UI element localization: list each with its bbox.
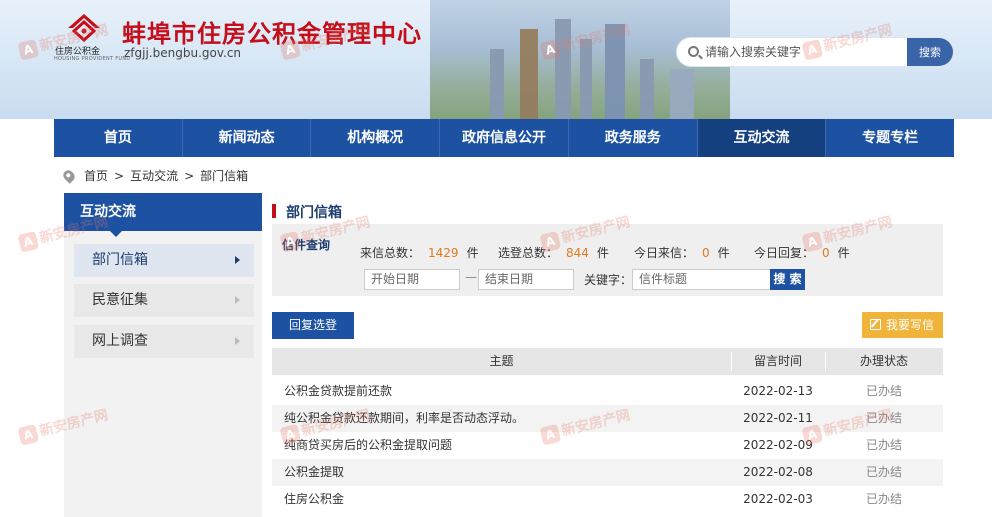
stat-selected-value: 844	[566, 246, 589, 260]
date-separator: —	[465, 270, 477, 284]
sidebar-item-opinion[interactable]: 民意征集	[74, 284, 254, 317]
row-subject[interactable]: 住房公积金	[284, 486, 344, 513]
row-date: 2022-02-13	[743, 384, 813, 398]
housing-fund-logo-icon	[68, 14, 100, 42]
write-letter-label: 我要写信	[886, 318, 935, 332]
sidebar: 互动交流 部门信箱 民意征集 网上调查	[64, 193, 262, 517]
row-status: 已办结	[865, 492, 902, 506]
keyword-label: 关键字：	[584, 273, 633, 287]
chevron-right-icon	[235, 256, 240, 264]
write-letter-button[interactable]: 我要写信	[862, 312, 943, 338]
stat-selected-label: 选登总数：	[498, 246, 559, 260]
query-search-button[interactable]: 搜 索	[770, 269, 805, 290]
site-title: 蚌埠市住房公积金管理中心	[122, 19, 422, 48]
row-subject[interactable]: 公积金提取	[284, 459, 344, 486]
row-date: 2022-02-09	[743, 438, 813, 452]
reply-selected-button[interactable]: 回复选登	[272, 312, 354, 339]
stat-today-reply: 今日回复： 0 件	[754, 244, 850, 261]
logo-subtext: HOUSING PROVIDENT FUND	[54, 56, 131, 62]
stat-today-in-label: 今日来信：	[634, 246, 695, 260]
col-date: 留言时间	[753, 354, 802, 368]
site-search: 搜索	[676, 37, 954, 67]
nav-item-interaction[interactable]: 互动交流	[697, 119, 827, 157]
row-date: 2022-02-03	[743, 492, 813, 506]
nav-item-gov-info[interactable]: 政府信息公开	[440, 119, 569, 157]
sidebar-item-label: 网上调查	[92, 333, 148, 349]
row-subject[interactable]: 纯公积金贷款还款期间，利率是否动态浮动。	[284, 405, 524, 432]
sidebar-item-label: 民意征集	[92, 292, 148, 308]
table-row[interactable]: 公积金提取 2022-02-08 已办结	[272, 459, 943, 486]
row-subject[interactable]: 公积金贷款提前还款	[284, 378, 392, 405]
search-icon	[688, 46, 699, 57]
stat-today-in-value: 0	[702, 246, 710, 260]
row-subject[interactable]: 纯商贷买房后的公积金提取问题	[284, 432, 452, 459]
watermark-logo-icon: A	[17, 230, 40, 253]
nav-item-services[interactable]: 政务服务	[569, 119, 698, 157]
stat-selected: 选登总数： 844 件	[498, 244, 609, 261]
sidebar-title: 互动交流	[64, 193, 262, 237]
nav-item-news[interactable]: 新闻动态	[183, 119, 312, 157]
stat-selected-unit: 件	[596, 246, 609, 260]
search-input[interactable]	[705, 42, 905, 62]
chevron-right-icon	[235, 337, 240, 345]
letter-query-panel: 信件查询 来信总数： 1429 件 选登总数： 844 件 今日来信： 0 件 今日回复： 0…	[272, 224, 943, 296]
breadcrumb-home[interactable]: 首页	[84, 167, 108, 184]
table-row[interactable]: 公积金贷款提前还款 2022-02-13 已办结	[272, 378, 943, 405]
row-date: 2022-02-11	[743, 411, 813, 425]
col-status: 办理状态	[859, 354, 908, 368]
row-status: 已办结	[865, 465, 902, 479]
row-status: 已办结	[865, 411, 902, 425]
row-status: 已办结	[865, 438, 902, 452]
row-status: 已办结	[865, 384, 902, 398]
end-date-input[interactable]: 结束日期	[478, 269, 574, 290]
sidebar-item-dept-mailbox[interactable]: 部门信箱	[74, 244, 254, 277]
stat-total-value: 1429	[428, 246, 459, 260]
search-button[interactable]: 搜索	[907, 38, 953, 66]
table-row[interactable]: 纯公积金贷款还款期间，利率是否动态浮动。 2022-02-11 已办结	[272, 405, 943, 432]
location-pin-icon	[61, 167, 77, 184]
watermark-logo-icon: A	[17, 423, 40, 446]
stat-today-reply-unit: 件	[837, 246, 850, 260]
edit-icon	[870, 319, 881, 330]
table-header: 主题 留言时间 办理状态	[272, 348, 943, 375]
breadcrumb-separator: >	[114, 168, 125, 183]
keyword-input[interactable]: 信件标题	[632, 269, 772, 290]
page-title: 部门信箱	[272, 202, 342, 222]
stat-total-unit: 件	[466, 246, 479, 260]
col-subject: 主题	[489, 354, 514, 368]
nav-item-home[interactable]: 首页	[54, 119, 183, 157]
sidebar-item-survey[interactable]: 网上调查	[74, 325, 254, 358]
query-label: 信件查询	[282, 238, 331, 252]
sidebar-item-label: 部门信箱	[92, 252, 148, 268]
stat-today-in-unit: 件	[717, 246, 730, 260]
site-domain: zfgjj.bengbu.gov.cn	[124, 46, 242, 60]
nav-item-about[interactable]: 机构概况	[311, 119, 441, 157]
table-row[interactable]: 住房公积金 2022-02-03 已办结	[272, 486, 943, 513]
nav-item-topics[interactable]: 专题专栏	[826, 119, 954, 157]
stat-today-reply-value: 0	[822, 246, 830, 260]
breadcrumb-interaction[interactable]: 互动交流	[130, 167, 178, 184]
chevron-right-icon	[235, 296, 240, 304]
table-row[interactable]: 纯商贷买房后的公积金提取问题 2022-02-09 已办结	[272, 432, 943, 459]
header-banner: 住房公积金 HOUSING PROVIDENT FUND 蚌埠市住房公积金管理中…	[0, 0, 992, 119]
breadcrumb-separator: >	[184, 168, 195, 183]
stat-total: 来信总数： 1429 件	[360, 244, 479, 261]
row-date: 2022-02-08	[743, 465, 813, 479]
breadcrumb-current: 部门信箱	[200, 169, 249, 183]
main-nav: 首页 新闻动态 机构概况 政府信息公开 政务服务 互动交流 专题专栏	[54, 119, 954, 157]
stat-today-reply-label: 今日回复：	[754, 246, 815, 260]
breadcrumb: 首页 > 互动交流 > 部门信箱	[61, 167, 249, 184]
stat-today-in: 今日来信： 0 件	[634, 244, 730, 261]
start-date-input[interactable]: 开始日期	[364, 269, 460, 290]
stat-total-label: 来信总数：	[360, 246, 421, 260]
